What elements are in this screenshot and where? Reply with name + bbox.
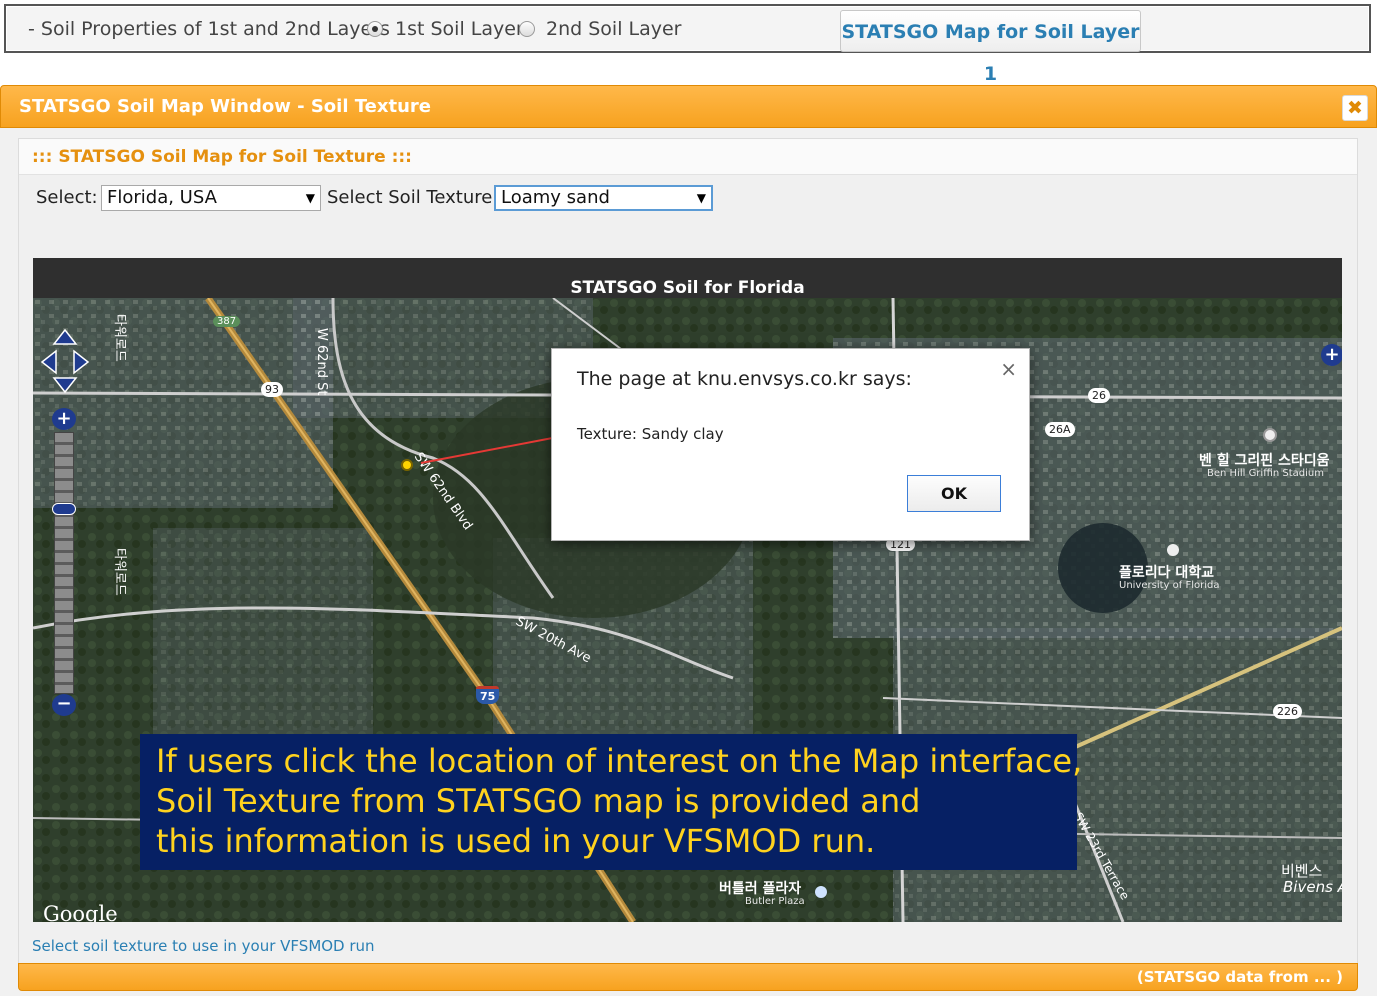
alert-message: The page at knu.envsys.co.kr says: xyxy=(577,368,912,390)
panel-header: ::: STATSGO Soil Map for Soil Texture ::… xyxy=(19,139,1357,175)
pan-right-icon xyxy=(73,349,90,375)
caption-line-2: Soil Texture from STATSGO map is provide… xyxy=(156,782,921,820)
clicked-location-marker[interactable] xyxy=(401,459,413,471)
window-statusbar: (STATSGO data from ... ) xyxy=(18,963,1358,991)
soil-texture-footnote: Select soil texture to use in your VFSMO… xyxy=(32,937,375,955)
zoom-slider-handle[interactable] xyxy=(52,503,76,515)
radio-1st-label[interactable]: 1st Soil Layer xyxy=(395,18,524,40)
texture-select-value: Loamy sand xyxy=(501,187,610,208)
window-titlebar[interactable]: STATSGO Soil Map Window - Soil Texture ✖ xyxy=(0,85,1377,128)
pan-control[interactable] xyxy=(40,328,90,394)
panel-title: ::: STATSGO Soil Map for Soil Texture ::… xyxy=(32,147,412,167)
region-select[interactable]: Florida, USA ▼ xyxy=(101,185,321,211)
map-header: STATSGO Soil for Florida xyxy=(33,258,1342,298)
zoom-control[interactable]: + − xyxy=(52,408,76,716)
soil-layer-toolbar: - Soil Properties of 1st and 2nd Layers … xyxy=(4,4,1371,85)
radio-1st-soil-layer[interactable] xyxy=(367,21,383,37)
google-logo: Google xyxy=(43,902,118,922)
alert-texture-result: Texture: Sandy clay xyxy=(577,425,724,443)
zoom-slider-track[interactable] xyxy=(54,432,74,694)
region-select-label: Select: xyxy=(36,187,98,208)
close-icon[interactable]: × xyxy=(1000,357,1017,381)
radio-2nd-soil-layer[interactable] xyxy=(519,21,535,37)
chevron-down-icon: ▼ xyxy=(696,191,706,205)
texture-select-label: Select Soil Texture xyxy=(327,187,493,208)
statsgo-data-source: (STATSGO data from ... ) xyxy=(1136,968,1343,986)
window-title: STATSGO Soil Map Window - Soil Texture xyxy=(19,96,431,117)
expand-layer-switcher-icon[interactable]: + xyxy=(1321,344,1342,366)
map-title: STATSGO Soil for Florida xyxy=(570,278,805,298)
zoom-in-icon[interactable]: + xyxy=(52,408,76,430)
radio-2nd-label[interactable]: 2nd Soil Layer xyxy=(546,18,682,40)
alert-dialog: The page at knu.envsys.co.kr says: × Tex… xyxy=(551,348,1030,541)
zoom-out-icon[interactable]: − xyxy=(52,694,76,716)
soil-layers-label: - Soil Properties of 1st and 2nd Layers xyxy=(28,18,390,40)
pan-up-icon xyxy=(52,328,78,345)
region-select-value: Florida, USA xyxy=(107,187,217,208)
chevron-down-icon: ▼ xyxy=(305,191,315,205)
pan-down-icon xyxy=(52,377,78,394)
caption-line-1: If users click the location of interest … xyxy=(156,742,1083,780)
ok-button[interactable]: OK xyxy=(907,475,1001,512)
texture-select[interactable]: Loamy sand ▼ xyxy=(494,185,713,211)
caption-line-3: this information is used in your VFSMOD … xyxy=(156,822,876,860)
explanation-caption: If users click the location of interest … xyxy=(140,734,1082,870)
pan-left-icon xyxy=(40,349,57,375)
window-close-button[interactable]: ✖ xyxy=(1342,95,1368,121)
statsgo-map-button[interactable]: STATSGO Map for Soil Layer 1 xyxy=(840,10,1141,85)
